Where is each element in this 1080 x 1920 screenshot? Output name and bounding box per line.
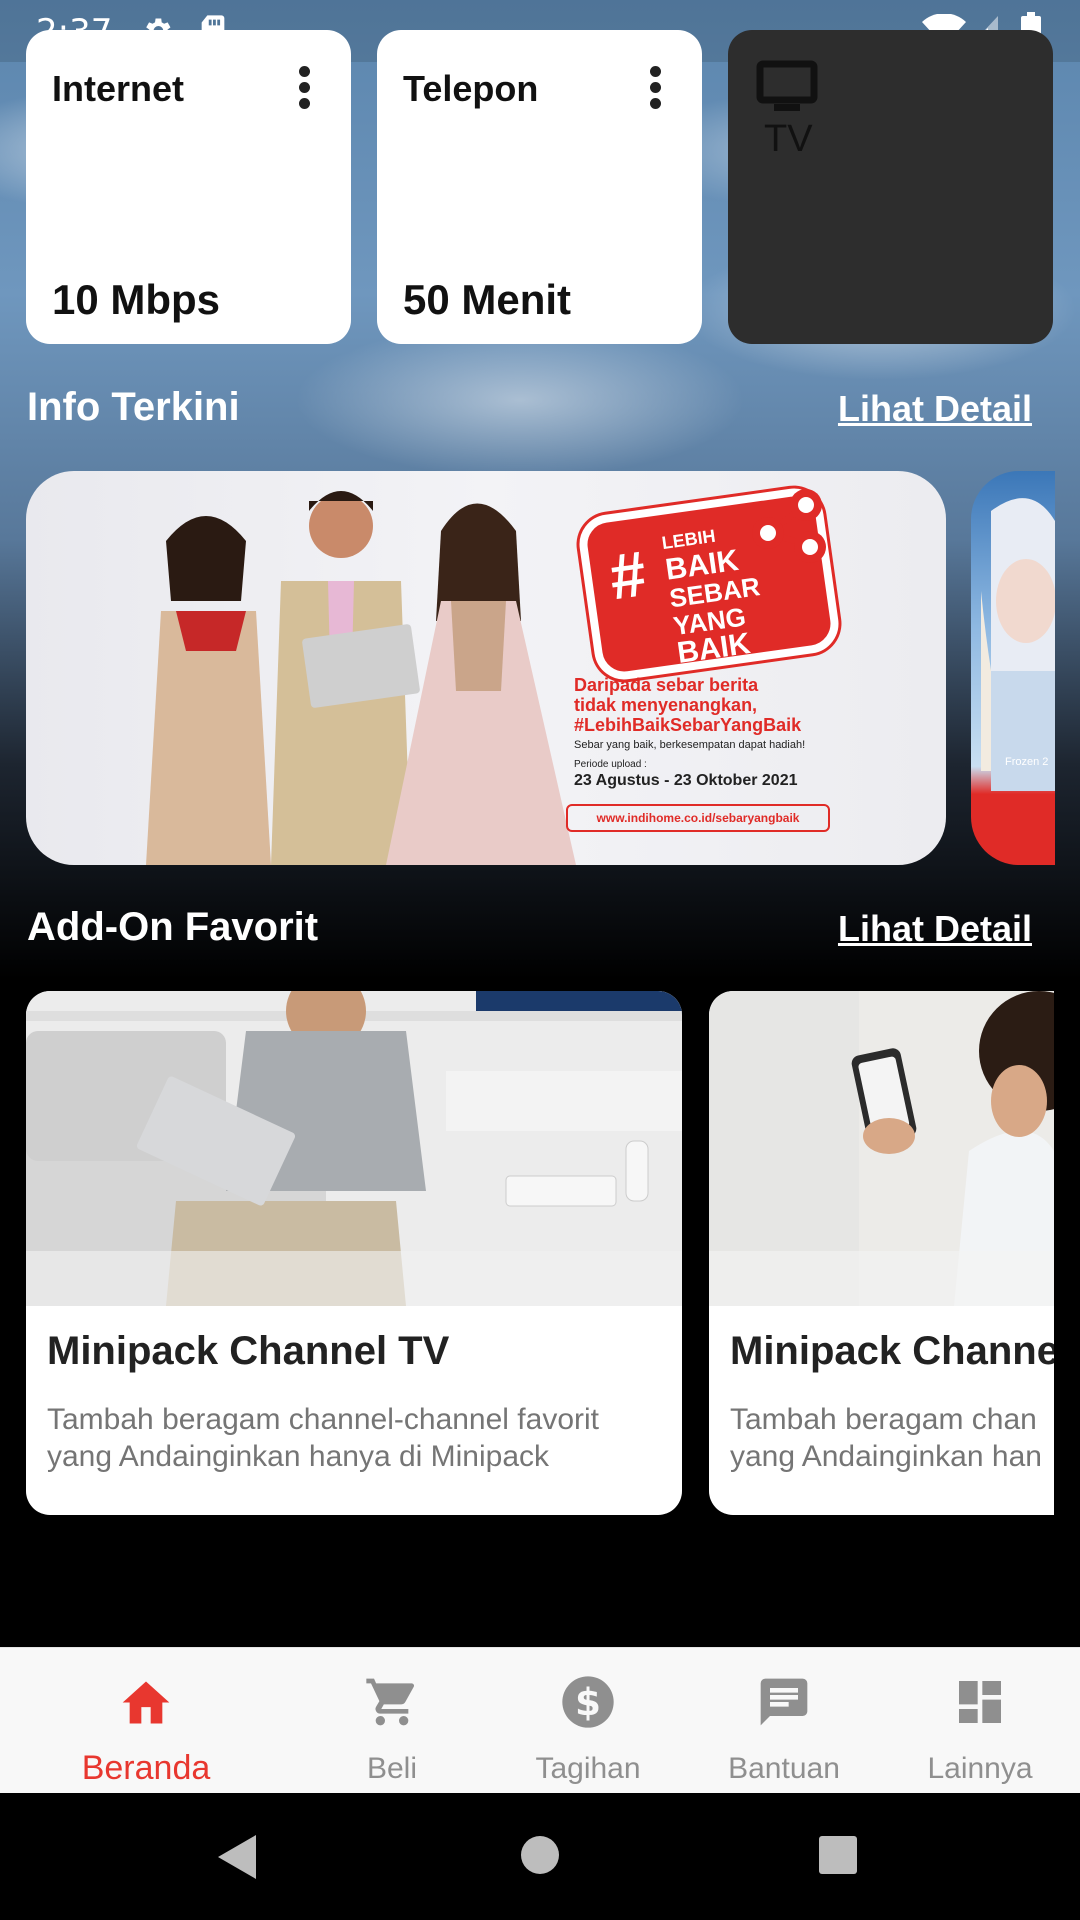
section-title-info: Info Terkini (27, 385, 240, 429)
addon-card-minipack-1[interactable]: Minipack Channel TV Tambah beragam chann… (26, 991, 682, 1515)
nav-item-tagihan[interactable]: $ Tagihan (490, 1648, 686, 1794)
nav-label: Lainnya (927, 1752, 1033, 1785)
quota-value: 10 Mbps (52, 276, 221, 323)
bottom-navigation: Beranda Beli $ Tagihan Bantuan Lainnya (0, 1647, 1080, 1794)
nav-label: Beli (366, 1752, 418, 1785)
tv-icon (756, 60, 818, 119)
system-navigation-bar (0, 1793, 1080, 1920)
nav-label: Beranda (81, 1749, 211, 1787)
addon-card-description: Tambah beragam chan yang Andainginkan ha… (730, 1403, 1042, 1473)
nav-item-beli[interactable]: Beli (294, 1648, 490, 1794)
quota-card-internet[interactable]: Internet 10 Mbps (26, 30, 351, 344)
chat-icon (756, 1674, 812, 1735)
smiley-share-icon (752, 489, 826, 563)
nav-label: Bantuan (728, 1752, 840, 1785)
nav-item-lainnya[interactable]: Lainnya (882, 1648, 1078, 1794)
quota-card-telepon[interactable]: Telepon 50 Menit (377, 30, 702, 344)
promo-banner[interactable]: # LEBIH BAIK SEBAR YANG BAIK Daripada se… (26, 471, 946, 865)
promo-url: www.indihome.co.id/sebaryangbaik (566, 804, 830, 832)
addon-detail-link[interactable]: Lihat Detail (838, 908, 1032, 950)
nav-item-bantuan[interactable]: Bantuan (686, 1648, 882, 1794)
quota-label: Telepon (403, 68, 539, 109)
recents-icon[interactable] (818, 1835, 858, 1880)
home-icon (118, 1674, 174, 1729)
quota-value: 50 Menit (403, 276, 572, 323)
back-icon[interactable] (216, 1833, 260, 1886)
section-title-addon: Add-On Favorit (27, 905, 319, 949)
home-button-icon[interactable] (520, 1835, 560, 1880)
cart-icon (364, 1674, 420, 1735)
promo-people-illustration (146, 491, 576, 865)
nav-item-beranda[interactable]: Beranda (48, 1648, 244, 1794)
svg-text:$: $ (575, 1680, 601, 1724)
promo-banner-frozen[interactable]: Frozen 2 (971, 471, 1055, 865)
quota-card-tv[interactable]: TV (728, 30, 1053, 344)
addon-card-title: Minipack Channe (730, 1329, 1054, 1373)
promo-text-block: Daripada sebar berita tidak menyenangkan… (574, 675, 806, 789)
info-detail-link[interactable]: Lihat Detail (838, 388, 1032, 430)
more-vert-icon[interactable] (299, 66, 311, 110)
addon-card-minipack-2[interactable]: Minipack Channe Tambah beragam chan yang… (709, 991, 1054, 1515)
dashboard-icon (952, 1674, 1008, 1735)
addon-photo-man-laptop (26, 991, 682, 1306)
nav-label: Tagihan (535, 1752, 641, 1785)
quota-label: TV (764, 118, 813, 160)
dollar-icon: $ (560, 1674, 616, 1735)
more-vert-icon[interactable] (650, 66, 662, 110)
frozen-caption: Frozen 2 (1005, 756, 1049, 768)
addon-photo-woman-phone (709, 991, 1054, 1306)
addon-card-title: Minipack Channel TV (47, 1329, 450, 1373)
frozen-character-illustration (981, 498, 1055, 791)
quota-label: Internet (52, 68, 185, 109)
addon-card-description: Tambah beragam channel-channel favorit y… (47, 1403, 599, 1473)
